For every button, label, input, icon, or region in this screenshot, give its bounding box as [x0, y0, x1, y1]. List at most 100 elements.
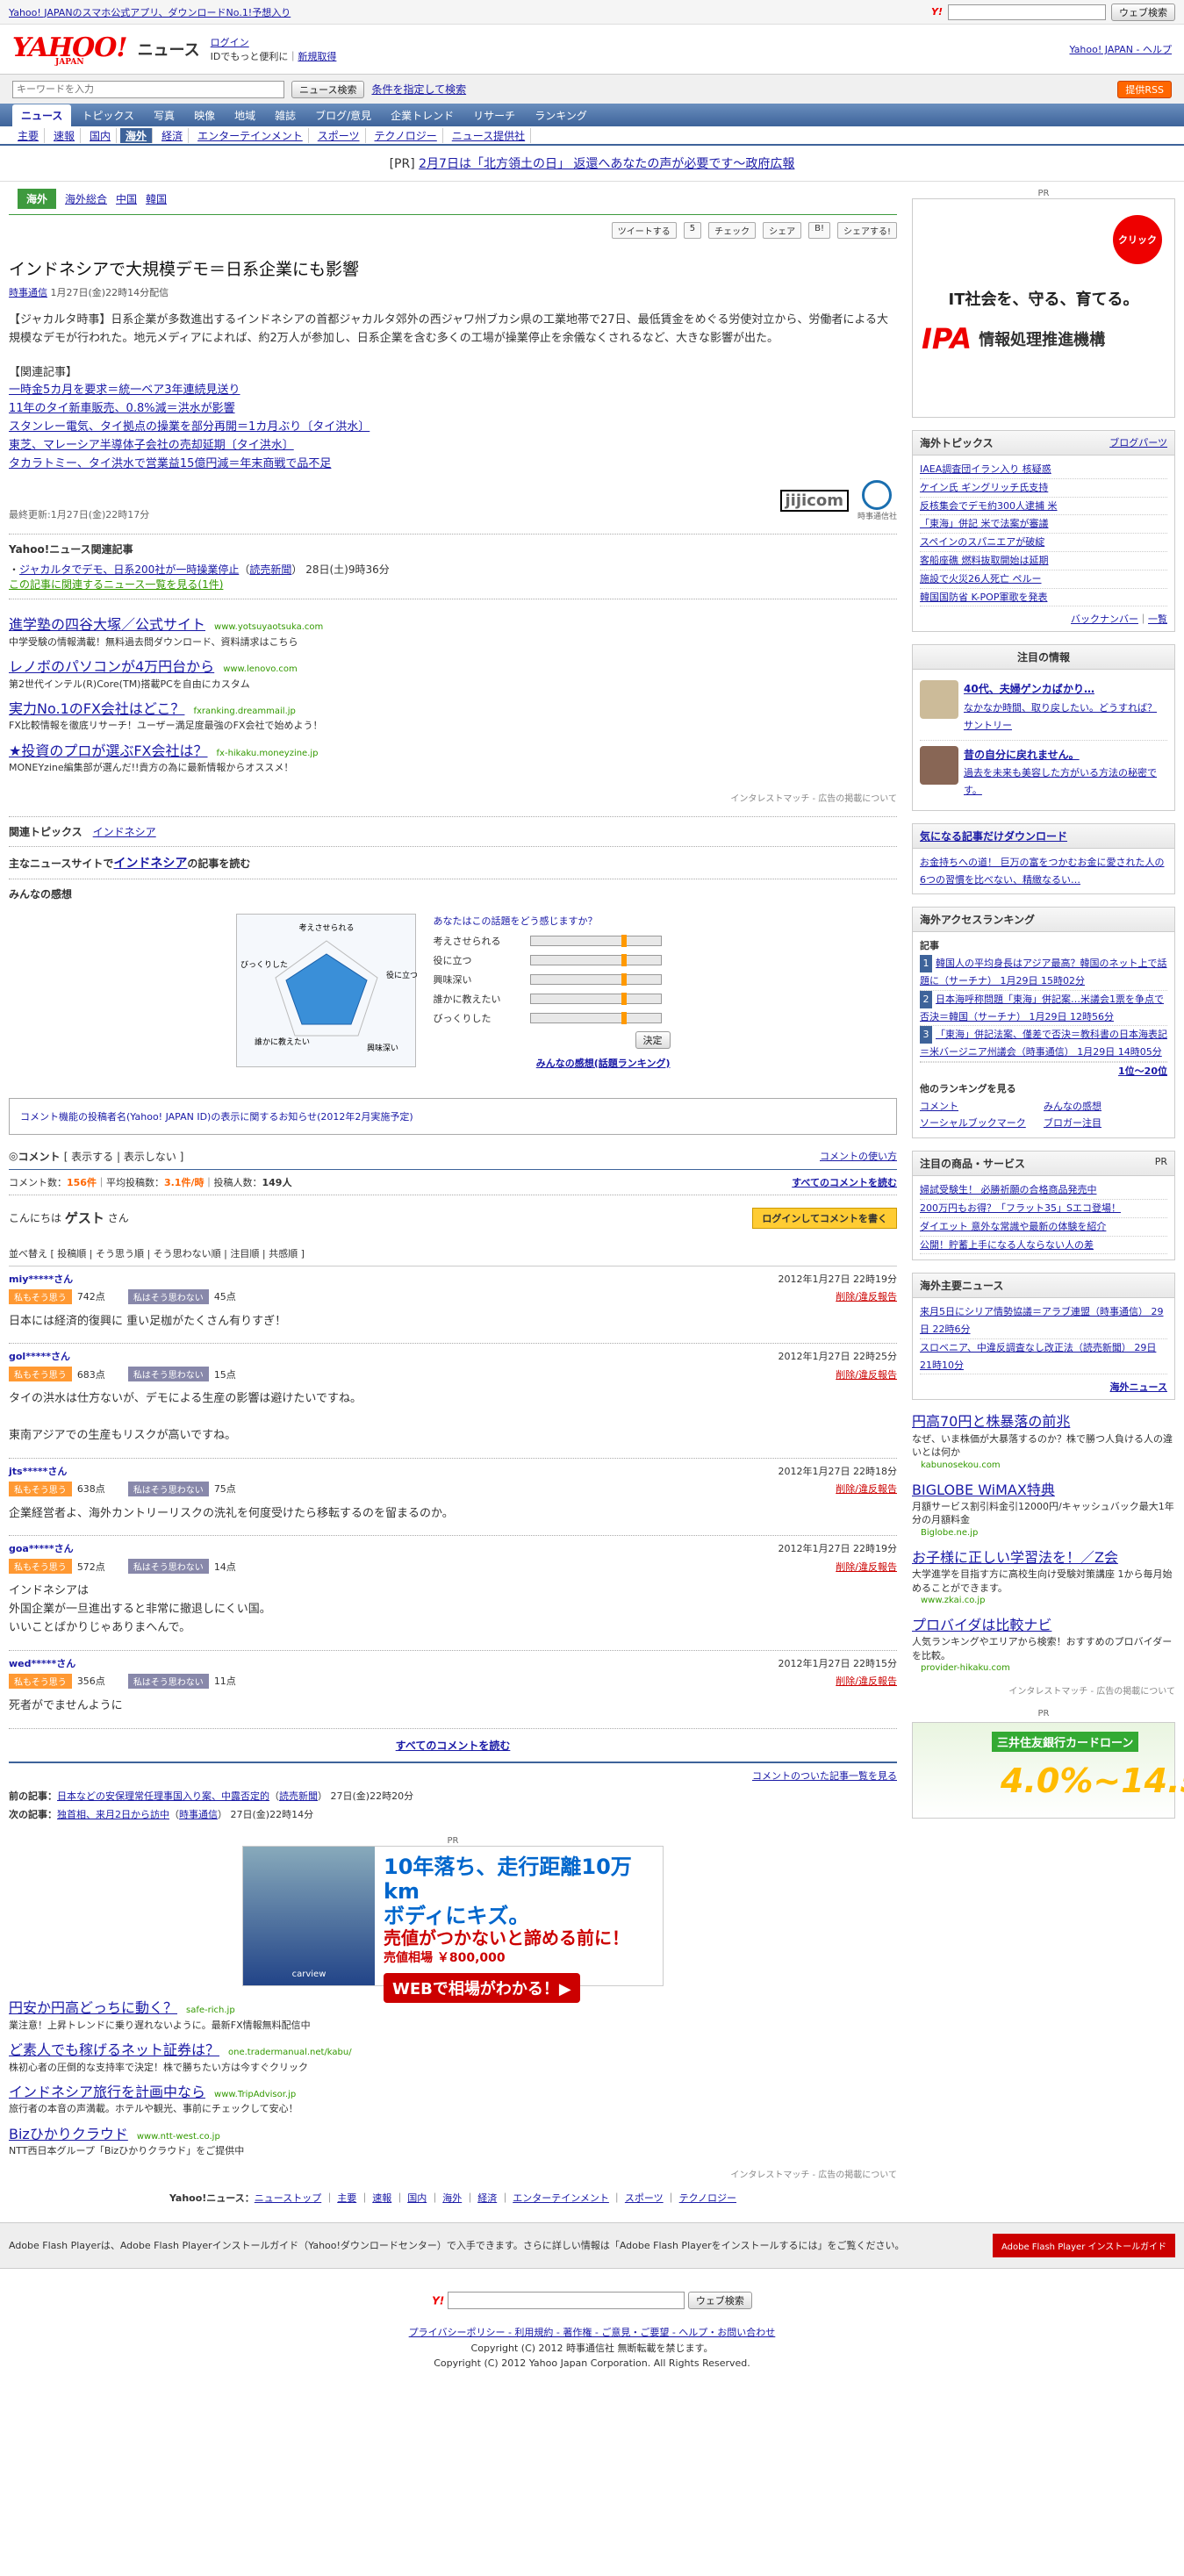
signup-link[interactable]: 新規取得	[298, 51, 336, 62]
source-link[interactable]: 時事通信	[9, 287, 47, 298]
category-item[interactable]: スポーツ	[312, 127, 366, 143]
sidebar-ad-title[interactable]: BIGLOBE WiMAX特典	[912, 1481, 1175, 1500]
social-button[interactable]: 5	[683, 222, 702, 239]
ad-title-link[interactable]: ど素人でも稼げるネット証券は？	[9, 2041, 219, 2058]
category-item[interactable]: 経済	[156, 127, 190, 143]
related-article-link[interactable]: 一時金5カ月を要求＝統一ベア3年連続見送り	[9, 384, 240, 397]
category-item[interactable]: テクノロジー	[370, 127, 443, 143]
ad-title-link[interactable]: レノボのパソコンが4万円台から	[9, 658, 214, 675]
footer-nav-item[interactable]: 国内	[407, 2192, 427, 2204]
pr-link[interactable]: 2月7日は「北方領土の日」 返還へあなたの声が必要です～政府広報	[419, 157, 794, 171]
nav-item[interactable]: 地域	[226, 104, 264, 126]
flash-install-button[interactable]: Adobe Flash Player インストールガイド	[993, 2233, 1175, 2257]
goods-item[interactable]: ダイエット 意外な常識や最新の体験を紹介	[920, 1221, 1106, 1232]
topic-item[interactable]: IAEA調査団イラン入り 核疑惑	[920, 463, 1051, 475]
nav-item[interactable]: ブログ/意見	[306, 104, 380, 126]
header-links[interactable]: Yahoo! JAPAN - ヘルプ	[1069, 42, 1172, 56]
prev-article-link[interactable]: 日本などの安保理常任理事国入り案、中露否定的	[57, 1790, 269, 1802]
comment-user[interactable]: jts*****さん	[9, 1464, 67, 1478]
web-search-input[interactable]	[948, 4, 1106, 20]
footer-nav-item[interactable]: 経済	[477, 2192, 497, 2204]
topic-item[interactable]: ケイン氏 ギングリッチ氏支持	[920, 482, 1048, 493]
topics-all-link[interactable]: 一覧	[1148, 614, 1167, 625]
vote-slider[interactable]	[529, 972, 662, 986]
nav-item[interactable]: ランキング	[526, 104, 596, 126]
chumoku-link-2[interactable]: 昔の自分に戻れません。	[964, 749, 1080, 761]
category-item[interactable]: 海外	[120, 127, 154, 143]
category-item[interactable]: エンターテインメント	[192, 127, 309, 143]
category-item[interactable]: 主要	[12, 127, 46, 143]
vote-slider[interactable]	[529, 1011, 662, 1024]
related-article-link[interactable]: スタンレー電気、タイ拠点の操業を部分再開＝1カ月ぶり〔タイ洪水〕	[9, 420, 370, 434]
goods-item[interactable]: 200万円もお得？「フラット35」Sエコ登場！	[920, 1202, 1121, 1214]
bottom-search-button[interactable]: ウェブ検索	[687, 2292, 752, 2310]
other-ranking-link[interactable]: コメント	[920, 1098, 1044, 1116]
nav-item[interactable]: 映像	[185, 104, 224, 126]
agree-button[interactable]: 私もそう思う	[9, 1673, 72, 1689]
topic-item[interactable]: 韓国国防省 K-POP軍歌を発表	[920, 592, 1047, 603]
topic-link[interactable]: インドネシア	[93, 826, 156, 838]
disagree-button[interactable]: 私はそう思わない	[127, 1367, 209, 1382]
region-tab[interactable]: 海外総合	[65, 191, 107, 206]
region-tab[interactable]: 韓国	[146, 191, 167, 206]
bottom-search-input[interactable]	[448, 2291, 685, 2309]
related-article-link[interactable]: 東芝、マレーシア半導体子会社の売却延期〔タイ洪水〕	[9, 439, 294, 452]
agree-button[interactable]: 私もそう思う	[9, 1367, 72, 1382]
disagree-button[interactable]: 私はそう思わない	[127, 1559, 209, 1575]
footer-nav-item[interactable]: 主要	[337, 2192, 356, 2204]
goods-item[interactable]: 公開！貯蓄上手になる人ならない人の差	[920, 1239, 1094, 1251]
related-article-link[interactable]: 11年のタイ新車販売、0.8%減＝洪水が影響	[9, 402, 235, 415]
agree-button[interactable]: 私もそう思う	[9, 1288, 72, 1304]
world-news-item[interactable]: 来月5日にシリア情勢協議＝アラブ連盟（時事通信） 29日 22時6分	[920, 1306, 1164, 1335]
other-ranking-link[interactable]: みんなの感想	[1044, 1098, 1167, 1116]
related-more-link[interactable]: この記事に関連するニュース一覧を見る(1件)	[9, 577, 897, 592]
topic-item[interactable]: 反核集会でデモ約300人逮捕 米	[920, 500, 1058, 512]
read-all-comments-link[interactable]: すべてのコメントを読む	[792, 1175, 897, 1189]
footer-nav-item[interactable]: 海外	[442, 2192, 462, 2204]
app-promo-link[interactable]: Yahoo! JAPANのスマホ公式アプリ、ダウンロードNo.1!予想入り	[9, 5, 291, 19]
comment-user[interactable]: miy*****さん	[9, 1272, 73, 1286]
nav-item[interactable]: トピックス	[73, 104, 143, 126]
nav-item[interactable]: リサーチ	[464, 104, 524, 126]
footer-nav-item[interactable]: スポーツ	[625, 2192, 664, 2204]
disagree-button[interactable]: 私はそう思わない	[127, 1288, 209, 1304]
howto-link[interactable]: コメントの使い方	[820, 1149, 897, 1163]
nav-item[interactable]: 写真	[145, 104, 183, 126]
category-item[interactable]: 速報	[48, 127, 82, 143]
nav-item[interactable]: ニュース	[12, 104, 72, 126]
footer-links[interactable]: プライバシーポリシー - 利用規約 - 著作権 - ご意見・ご要望 - ヘルプ・…	[0, 2325, 1184, 2341]
sidebar-ad-title[interactable]: プロバイダは比較ナビ	[912, 1616, 1175, 1635]
report-link[interactable]: 削除/違反報告	[836, 1367, 897, 1381]
ranking-more-link[interactable]: 1位～20位	[1118, 1066, 1167, 1077]
footer-nav-item[interactable]: 速報	[372, 2192, 391, 2204]
footer-nav-item[interactable]: テクノロジー	[679, 2192, 736, 2204]
yahoo-logo[interactable]: YAHOO! JAPAN	[12, 32, 128, 67]
news-search-button[interactable]: ニュース検索	[291, 80, 365, 98]
related-article-link[interactable]: タカラトミー、タイ洪水で営業益15億円減＝年末商戦で品不足	[9, 457, 331, 470]
comment-sort[interactable]: 並べ替え [ 投稿順 | そう思う順 | そう思わない順 | 注目順 | 共感順…	[9, 1241, 897, 1266]
nav-item[interactable]: 雑誌	[266, 104, 305, 126]
agree-button[interactable]: 私もそう思う	[9, 1481, 72, 1496]
web-search-button[interactable]: ウェブ検索	[1111, 3, 1175, 21]
news-search-input[interactable]	[12, 80, 284, 98]
car-ad-banner[interactable]: PR carview 10年落ち、走行距離10万km ボディにキズ。 売値がつか…	[9, 1836, 897, 2004]
topic-item[interactable]: スペインのスパニエアが破綻	[920, 536, 1044, 548]
sidebar-ad-title[interactable]: お子様に正しい学習法を！／Z会	[912, 1548, 1175, 1568]
vote-slider[interactable]	[529, 992, 662, 1005]
ipa-banner[interactable]: クリック IT社会を、守る、育てる。 IPA 情報処理推進機構	[912, 198, 1175, 418]
vote-slider[interactable]	[529, 953, 662, 966]
related-news-link[interactable]: ジャカルタでデモ、日系200社が一時操業停止	[19, 563, 239, 576]
other-ranking-link[interactable]: ブロガー注目	[1044, 1115, 1167, 1132]
ad-title-link[interactable]: 進学塾の四谷大塚／公式サイト	[9, 616, 205, 633]
disagree-button[interactable]: 私はそう思わない	[127, 1673, 209, 1689]
vote-slider[interactable]	[529, 934, 662, 947]
comment-user[interactable]: wed*****さん	[9, 1656, 75, 1670]
report-link[interactable]: 削除/違反報告	[836, 1482, 897, 1496]
read-all-comments-bottom[interactable]: すべてのコメントを読む	[396, 1740, 511, 1752]
comment-user[interactable]: gol*****さん	[9, 1349, 70, 1363]
login-link[interactable]: ログイン	[211, 37, 249, 48]
jijicom-logo[interactable]: jijicom	[779, 490, 849, 513]
commented-list-link[interactable]: コメントのついた記事一覧を見る	[752, 1770, 897, 1782]
kansou-ranking-link[interactable]: みんなの感想(話題ランキング)	[536, 1058, 671, 1069]
sidebar-ad-title[interactable]: 円高70円と株暴落の前兆	[912, 1412, 1175, 1432]
